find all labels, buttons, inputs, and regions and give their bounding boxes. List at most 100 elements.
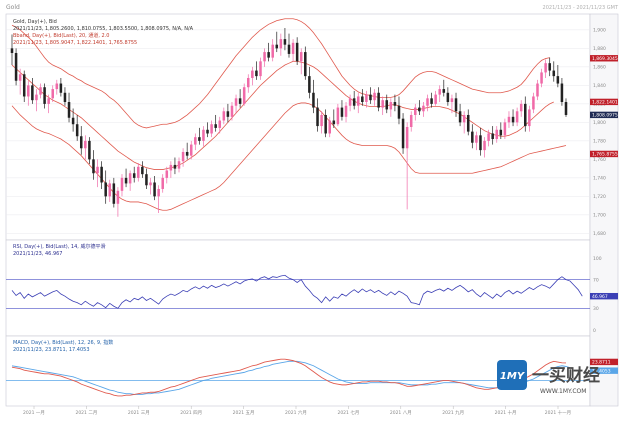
candle-body	[283, 39, 287, 45]
candle-body	[263, 52, 266, 62]
candle-body	[35, 94, 38, 101]
candle-body	[59, 83, 63, 93]
price-tag-label: 1,822.1401	[592, 100, 618, 106]
rsi-legend-title: RSI, Day(+), Bid(Last), 14, 威尔德平滑	[13, 243, 105, 250]
candle-body	[238, 98, 242, 104]
x-tick-label: 2021 一月	[23, 410, 45, 416]
candle-body	[377, 92, 380, 108]
candle-body	[189, 144, 193, 156]
candle-body	[287, 44, 291, 54]
candle-body	[560, 83, 564, 103]
candle-body	[381, 100, 384, 108]
candle-body	[519, 103, 523, 112]
candle-body	[466, 114, 470, 132]
candle	[14, 48, 18, 86]
price-legend-ohlc: 2021/11/23, 1,805.2600, 1,810.0755, 1,80…	[13, 26, 194, 32]
x-tick-label: 2021 七月	[337, 409, 359, 416]
candle-body	[255, 70, 258, 77]
candle-body	[389, 102, 393, 110]
x-tick-label: 2021 四月	[180, 410, 202, 416]
candle-body	[47, 98, 50, 104]
candle-body	[141, 166, 144, 175]
candle-body	[348, 98, 352, 106]
chart-canvas: Gold 2021/11/23 - 2021/11/23 GMT 1,900 1,…	[5, 4, 619, 416]
bband-legend-values: 2021/11/23, 1,805.9047, 1,822.1401, 1,76…	[13, 40, 137, 46]
candle-body	[308, 76, 311, 93]
candle-body	[479, 135, 482, 151]
candle-body	[92, 159, 95, 174]
window-date-range: 2021/11/23 - 2021/11/23 GMT	[543, 5, 619, 11]
price-tick-label: 1,860	[593, 65, 606, 71]
candle-body	[295, 42, 299, 62]
candle-body	[426, 98, 429, 106]
candle-body	[39, 87, 42, 95]
candle-body	[344, 105, 348, 117]
price-tick-label: 1,700	[593, 213, 606, 219]
candle-body	[267, 52, 270, 58]
candle-body	[177, 161, 181, 169]
candle-body	[365, 94, 368, 103]
candle-body	[552, 70, 556, 77]
candle-body	[185, 151, 189, 156]
candle-body	[43, 87, 46, 104]
candle-body	[214, 124, 217, 128]
candle-body	[438, 89, 441, 95]
candle-body	[222, 111, 226, 121]
candle-body	[247, 77, 250, 88]
candle-body	[116, 190, 120, 204]
candle-body	[340, 107, 344, 117]
rsi-tick-label: 70	[593, 277, 599, 283]
candle-body	[299, 52, 303, 62]
candle-body	[304, 52, 307, 77]
candle-body	[51, 89, 54, 99]
right-axis-area	[589, 13, 619, 407]
price-tick-label: 1,680	[593, 231, 606, 237]
rsi-tick-label: 100	[593, 256, 602, 262]
candle-body	[491, 133, 494, 140]
candle-body	[332, 120, 336, 125]
candle-body	[385, 100, 389, 110]
candle-body	[161, 177, 164, 189]
price-tag-label: 1,869.3045	[592, 56, 618, 62]
rsi-tag-label: 46.967	[592, 294, 608, 300]
candle-body	[55, 83, 59, 90]
candle-body	[495, 129, 499, 140]
price-tag-label: 1,808.0975	[592, 113, 618, 119]
candle-body	[397, 105, 401, 119]
candle-body	[320, 114, 323, 127]
candle-body	[181, 151, 185, 162]
x-tick-label: 2021 二月	[75, 410, 97, 416]
candle-body	[528, 109, 531, 127]
candle-body	[132, 173, 136, 178]
candle-body	[279, 39, 283, 49]
candle-body	[483, 140, 486, 151]
candle-body	[446, 92, 450, 103]
candle-body	[218, 120, 222, 128]
candle-body	[458, 111, 462, 123]
candle-body	[524, 103, 527, 127]
rsi-tick-label: 0	[593, 328, 596, 334]
macd-tag-label: 23.8711	[592, 360, 611, 366]
candle-body	[487, 133, 490, 141]
candle-body	[14, 53, 18, 81]
candle-body	[434, 94, 437, 104]
candle-body	[149, 182, 152, 186]
candle-body	[153, 182, 156, 197]
x-tick-label: 2021 六月	[285, 409, 307, 416]
candle-body	[462, 114, 466, 123]
candle-body	[137, 166, 140, 178]
candle-body	[198, 137, 201, 141]
candle-body	[108, 183, 112, 197]
candle-body	[373, 92, 376, 101]
price-tick-label: 1,800	[593, 120, 606, 126]
candle-body	[259, 61, 262, 77]
candle-body	[454, 98, 458, 112]
candle-body	[165, 170, 169, 178]
price-tick-label: 1,840	[593, 83, 606, 89]
candle-body	[206, 129, 209, 134]
candle-body	[84, 140, 87, 149]
candle-body	[548, 63, 551, 71]
candle-body	[157, 188, 160, 197]
candle-body	[124, 177, 128, 184]
candle-body	[230, 105, 234, 117]
